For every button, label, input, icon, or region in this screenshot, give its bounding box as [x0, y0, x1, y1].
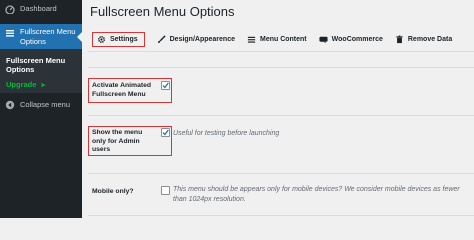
- setting-label-mobile-only: Mobile only?: [92, 188, 134, 195]
- tab-label: Remove Data: [407, 35, 453, 43]
- admin-sidebar: Dashboard Fullscreen Menu Options Fullsc…: [0, 0, 82, 218]
- tab-remove-data[interactable]: Remove Data: [395, 32, 452, 47]
- upgrade-arrow-icon: ➤: [40, 83, 46, 89]
- woocommerce-icon: [319, 35, 328, 44]
- submenu-item-upgrade[interactable]: Upgrade ➤: [6, 80, 46, 89]
- animated-checkbox[interactable]: [161, 81, 170, 90]
- active-indicator-arrow: [77, 32, 82, 42]
- tab-settings[interactable]: Settings: [92, 31, 145, 47]
- sidebar-item-label: Dashboard: [20, 4, 57, 13]
- gear-icon: [97, 35, 106, 44]
- menu-icon: [4, 27, 16, 39]
- brush-icon: [157, 34, 166, 44]
- divider: [88, 215, 474, 216]
- divider: [88, 67, 474, 68]
- setting-label-animated: Activate Animated Fullscreen Menu: [92, 82, 152, 98]
- submenu-item-options[interactable]: Fullscreen Menu Options: [6, 56, 80, 74]
- mobile-only-checkbox[interactable]: [161, 186, 170, 195]
- tab-label: Design/Appearence: [169, 35, 235, 43]
- sidebar-item-label: Fullscreen Menu Options: [20, 27, 76, 46]
- divider: [88, 115, 474, 116]
- sidebar-item-dashboard[interactable]: Dashboard: [0, 2, 82, 16]
- collapse-icon: [4, 99, 16, 111]
- admin-only-checkbox[interactable]: [161, 128, 170, 137]
- dashboard-icon: [4, 3, 16, 15]
- checkmark-icon: [162, 82, 169, 89]
- divider: [88, 173, 474, 174]
- sidebar-item-fullscreen-menu[interactable]: Fullscreen Menu Options: [0, 24, 82, 49]
- sidebar-item-label: Collapse menu: [20, 100, 71, 109]
- tab-label: Menu Content: [259, 35, 307, 43]
- upgrade-label: Upgrade: [6, 80, 37, 89]
- collapse-menu-button[interactable]: Collapse menu: [0, 99, 82, 111]
- settings-tabs: Settings Design/Appearence Menu Content …: [88, 28, 474, 50]
- tabs-divider: [88, 51, 474, 52]
- menu-icon: [247, 35, 256, 44]
- tab-woocommerce[interactable]: WooCommerce: [319, 32, 383, 47]
- setting-description-admin-only: Useful for testing before launching: [173, 130, 280, 137]
- trash-icon: [395, 35, 404, 44]
- tab-label: Settings: [110, 35, 138, 43]
- tab-design-appearance[interactable]: Design/Appearence: [157, 32, 235, 47]
- checkmark-icon: [162, 129, 169, 136]
- sidebar-submenu: Fullscreen Menu Options Upgrade ➤: [0, 49, 82, 93]
- tab-label: WooCommerce: [331, 35, 383, 43]
- setting-description-mobile-only: This menu should be appears only for mob…: [173, 186, 460, 203]
- page-title: Fullscreen Menu Options: [90, 4, 235, 19]
- tab-menu-content[interactable]: Menu Content: [247, 32, 307, 47]
- setting-label-admin-only: Show the menu only for Admin users: [92, 129, 143, 153]
